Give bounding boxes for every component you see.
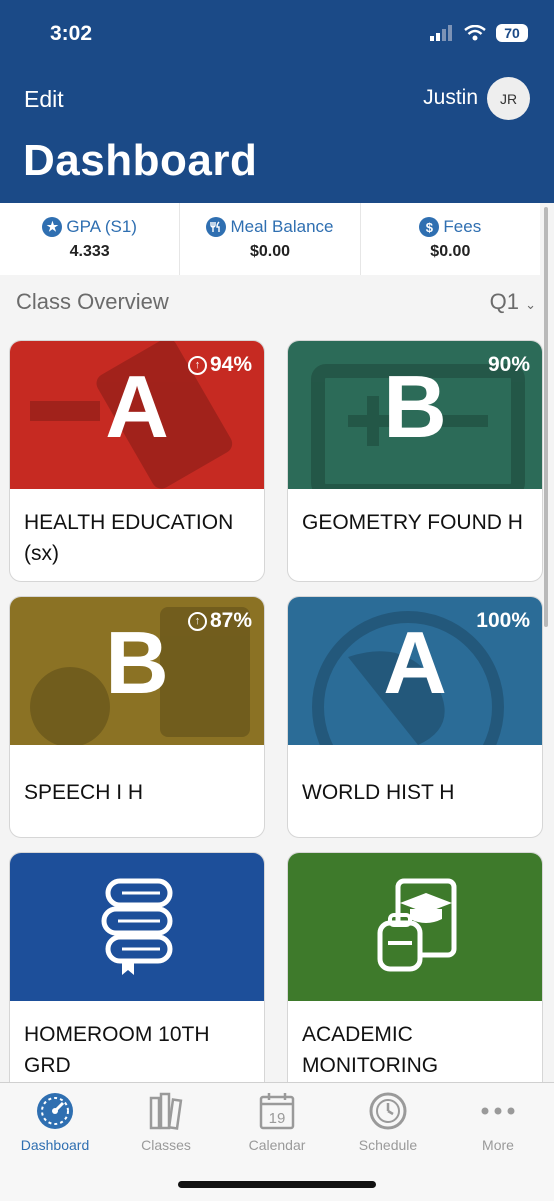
grade-percent: ↑ 87% xyxy=(187,609,252,633)
class-card-banner xyxy=(288,853,542,1001)
class-name: SPEECH I H xyxy=(24,781,144,804)
class-name: HEALTH EDUCATION (sx) xyxy=(24,511,234,565)
tab-classes[interactable]: Classes xyxy=(111,1091,221,1153)
class-card-speech[interactable]: B ↑ 87% SPEECH I H xyxy=(9,596,265,838)
tab-label: More xyxy=(482,1137,514,1153)
speedometer-icon xyxy=(37,1093,73,1129)
class-name: HOMEROOM 10TH GRD xyxy=(24,1023,210,1077)
calendar-day: 19 xyxy=(269,1110,286,1127)
tab-label: Schedule xyxy=(358,1137,418,1153)
class-overview-title: Class Overview xyxy=(16,289,169,314)
grade-percent: 100% xyxy=(476,609,530,633)
grade-percent: 90% xyxy=(488,353,530,377)
meal-balance-value: $0.00 xyxy=(249,243,291,260)
gpa-label: GPA (S1) xyxy=(66,217,137,236)
class-name: ACADEMIC MONITORING xyxy=(302,1023,439,1077)
quarter-selector[interactable]: Q1 ⌄ xyxy=(490,289,536,315)
grade-percent: ↑ 94% xyxy=(187,353,252,377)
chevron-down-icon: ⌄ xyxy=(525,297,536,312)
class-card-homeroom[interactable]: HOMEROOM 10TH GRD xyxy=(9,852,265,1094)
class-card-banner: A 100% xyxy=(288,597,542,745)
books-icon xyxy=(101,878,173,975)
tab-label: Calendar xyxy=(248,1137,306,1153)
more-dots-icon xyxy=(481,1107,515,1115)
status-icons: 70 xyxy=(430,24,528,42)
tab-dashboard[interactable]: Dashboard xyxy=(0,1091,110,1153)
percent-value: 90% xyxy=(487,353,530,376)
scrollbar[interactable] xyxy=(544,207,548,627)
class-card-geometry[interactable]: B 90% GEOMETRY FOUND H xyxy=(287,340,543,582)
gpa-stat[interactable]: ★ GPA (S1) 4.333 xyxy=(0,203,181,275)
page-title: Dashboard xyxy=(23,136,258,185)
class-card-academic-monitoring[interactable]: ACADEMIC MONITORING xyxy=(287,852,543,1094)
class-name: WORLD HIST H xyxy=(302,781,455,804)
dollar-icon: $ xyxy=(419,217,440,237)
graduation-backpack-icon xyxy=(377,878,457,972)
class-card-banner: A ↑ 94% xyxy=(10,341,264,489)
fees-label: Fees xyxy=(443,217,482,236)
stats-bar: ★ GPA (S1) 4.333 Meal Balance $0.00 $ Fe… xyxy=(0,203,540,275)
battery-indicator: 70 xyxy=(496,24,528,42)
class-card-banner xyxy=(10,853,264,1001)
class-card-world-history[interactable]: A 100% WORLD HIST H xyxy=(287,596,543,838)
signal-icon xyxy=(430,25,452,41)
tab-label: Dashboard xyxy=(20,1137,90,1153)
percent-value: 94% xyxy=(209,353,252,376)
arrow-up-icon: ↑ xyxy=(187,611,207,631)
class-card-banner: B ↑ 87% xyxy=(10,597,264,745)
edit-button[interactable]: Edit xyxy=(24,86,64,113)
class-card-health[interactable]: A ↑ 94% HEALTH EDUCATION (sx) xyxy=(9,340,265,582)
utensils-icon xyxy=(206,217,227,237)
meal-balance-stat[interactable]: Meal Balance $0.00 xyxy=(180,203,361,275)
tab-schedule[interactable]: Schedule xyxy=(333,1091,443,1153)
calendar-icon: 19 xyxy=(259,1093,295,1130)
app-header: 3:02 70 Edit Justin JR Dashboard xyxy=(0,0,554,203)
clock-schedule-icon xyxy=(369,1092,407,1130)
avatar[interactable]: JR xyxy=(487,77,530,120)
status-time: 3:02 xyxy=(50,22,93,45)
meal-balance-label: Meal Balance xyxy=(230,217,334,236)
star-icon: ★ xyxy=(42,217,63,237)
class-card-banner: B 90% xyxy=(288,341,542,489)
fees-stat[interactable]: $ Fees $0.00 xyxy=(361,203,540,275)
tab-calendar[interactable]: 19 Calendar xyxy=(222,1091,332,1153)
class-name: GEOMETRY FOUND H xyxy=(302,511,523,534)
home-indicator xyxy=(178,1181,376,1188)
fees-value: $0.00 xyxy=(430,243,471,260)
tab-label: Classes xyxy=(141,1137,191,1153)
tab-more[interactable]: More xyxy=(443,1091,553,1153)
books-icon xyxy=(149,1092,183,1130)
arrow-up-icon: ↑ xyxy=(187,355,207,375)
username-label[interactable]: Justin xyxy=(423,86,478,110)
percent-value: 100% xyxy=(476,609,530,632)
wifi-icon xyxy=(464,25,486,41)
percent-value: 87% xyxy=(209,609,252,632)
gpa-value: 4.333 xyxy=(69,243,110,260)
quarter-label: Q1 xyxy=(489,289,519,314)
